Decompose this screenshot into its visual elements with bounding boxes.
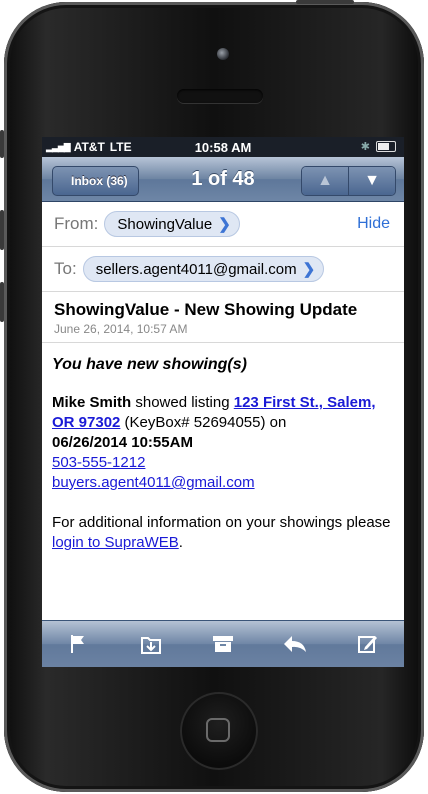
chevron-right-icon: ❯ [302,261,316,278]
showing-paragraph: Mike Smith showed listing 123 First St.,… [52,393,394,493]
home-square-icon [206,718,230,742]
flag-icon[interactable] [63,629,93,659]
nav-bar: Inbox (36) 1 of 48 ▲ ▼ [42,157,404,202]
agent-email-link[interactable]: buyers.agent4011@gmail.com [52,474,255,491]
sleep-wake-button [296,0,354,4]
message-date: June 26, 2014, 10:57 AM [54,322,188,336]
mute-switch [0,130,4,158]
earpiece-speaker [177,89,263,103]
showing-datetime: 06/26/2014 10:55AM [52,434,193,451]
bottom-toolbar [42,620,404,667]
sender-chip[interactable]: ShowingValue ❯ [104,211,240,237]
front-camera [217,48,229,60]
status-time: 10:58 AM [194,139,252,155]
volume-down-button [0,282,4,322]
showed-text: showed listing [131,394,234,411]
to-label: To: [54,259,77,278]
subject-block: ShowingValue - New Showing Update June 2… [42,292,404,343]
recipient-chip[interactable]: sellers.agent4011@gmail.com ❯ [82,256,325,282]
bluetooth-icon: ✱ [360,141,370,153]
sender-name: ShowingValue [117,215,213,233]
to-row: To: sellers.agent4011@gmail.com ❯ [42,247,404,292]
down-arrow-icon: ▼ [364,172,380,189]
iphone-frame: ▂▃▅▇ AT&T LTE 10:58 AM ✱ Inbox (36) 1 of… [4,2,424,792]
footer-paragraph: For additional information on your showi… [52,513,394,553]
status-bar: ▂▃▅▇ AT&T LTE 10:58 AM ✱ [42,137,404,157]
suprweb-login-link[interactable]: login to SupraWEB [52,534,179,551]
footer-text: For additional information on your showi… [52,514,391,531]
phone-link[interactable]: 503-555-1212 [52,454,145,471]
battery-icon [376,141,396,152]
home-button[interactable] [180,692,258,770]
volume-up-button [0,210,4,250]
next-message-button[interactable]: ▼ [348,167,395,195]
archive-icon[interactable] [208,629,238,659]
keybox-text: (KeyBox# 52694055) on [120,414,287,431]
footer-period: . [178,534,183,551]
mail-screen: ▂▃▅▇ AT&T LTE 10:58 AM ✱ Inbox (36) 1 of… [42,137,404,667]
up-arrow-icon: ▲ [317,172,333,189]
message-subject: ShowingValue - New Showing Update [54,300,358,319]
message-nav-segment: ▲ ▼ [301,166,396,196]
previous-message-button[interactable]: ▲ [302,167,348,195]
message-body: You have new showing(s) Mike Smith showe… [42,343,404,553]
chevron-right-icon: ❯ [218,216,231,233]
from-label: From: [54,214,99,233]
compose-icon[interactable] [353,629,383,659]
agent-name: Mike Smith [52,394,132,411]
from-row: From: ShowingValue ❯ Hide [42,202,404,247]
recipient-address: sellers.agent4011@gmail.com [95,260,297,278]
move-folder-icon[interactable] [136,629,166,659]
hide-details-button[interactable]: Hide [357,215,390,233]
intro-line: You have new showing(s) [52,356,247,373]
reply-icon[interactable] [280,629,310,659]
